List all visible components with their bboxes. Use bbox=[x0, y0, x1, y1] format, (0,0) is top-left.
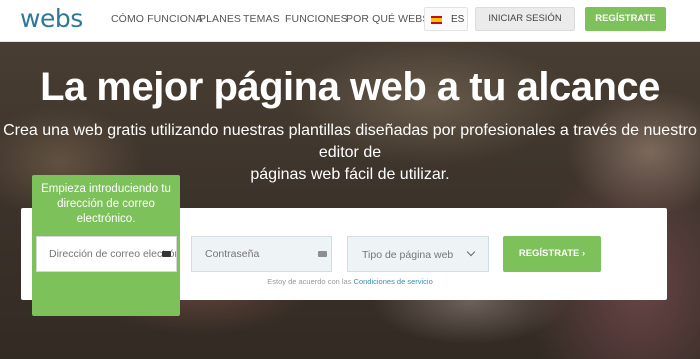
email-tooltip-text: Empieza introduciendo tu dirección de co… bbox=[41, 183, 171, 225]
nav-como-funciona[interactable]: CÓMO FUNCIONA bbox=[111, 13, 203, 25]
site-type-label: Tipo de página web bbox=[362, 249, 454, 261]
terms-of-service-link[interactable]: Condiciones de servicio bbox=[354, 277, 433, 286]
login-button[interactable]: INICIAR SESIÓN bbox=[475, 7, 575, 31]
site-type-select[interactable]: Tipo de página web bbox=[347, 236, 489, 272]
language-code: ES bbox=[451, 14, 465, 25]
email-card-icon bbox=[162, 251, 171, 257]
email-input[interactable] bbox=[36, 236, 177, 272]
webs-logo[interactable]: webs bbox=[20, 4, 83, 33]
nav-por-que-webs[interactable]: POR QUÉ WEBS bbox=[346, 13, 429, 25]
password-input[interactable] bbox=[191, 236, 332, 272]
nav-planes[interactable]: PLANES bbox=[199, 13, 241, 25]
hero-subtitle-line-1: Crea una web gratis utilizando nuestras … bbox=[3, 122, 697, 161]
password-key-icon bbox=[318, 251, 327, 257]
terms-prefix: Estoy de acuerdo con las bbox=[267, 277, 354, 286]
nav-temas[interactable]: TEMAS bbox=[243, 13, 280, 25]
chevron-down-icon bbox=[466, 247, 476, 257]
signup-submit-button[interactable]: REGÍSTRATE › bbox=[503, 236, 601, 272]
register-button[interactable]: REGÍSTRATE bbox=[585, 7, 666, 31]
top-navbar: webs CÓMO FUNCIONA PLANES TEMAS FUNCIONE… bbox=[0, 0, 700, 42]
spain-flag-icon bbox=[431, 16, 442, 24]
language-selector[interactable]: ES bbox=[424, 7, 468, 31]
nav-funciones[interactable]: FUNCIONES bbox=[285, 13, 348, 25]
hero-title: La mejor página web a tu alcance bbox=[40, 65, 660, 109]
